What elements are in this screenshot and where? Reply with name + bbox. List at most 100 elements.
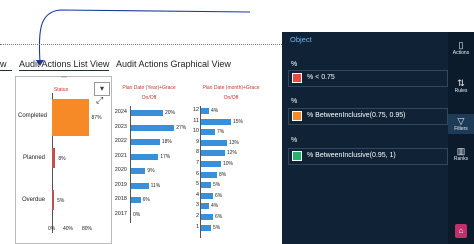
- tabs-divider: [0, 44, 282, 45]
- brand-icon[interactable]: ⌂: [455, 224, 467, 238]
- month-chart-bar[interactable]: [201, 192, 213, 199]
- year-chart-row-label: 2023: [114, 123, 127, 130]
- status-bar-planned[interactable]: [52, 148, 56, 168]
- status-bar-overdue[interactable]: [52, 190, 55, 210]
- month-chart-bar[interactable]: [201, 108, 209, 114]
- conditional-format-panel: Object % % < 0.75 % % BetweenInclusive(0…: [282, 32, 474, 244]
- status-label-completed: Completed: [18, 113, 48, 119]
- rail-label: Ranks: [453, 156, 469, 162]
- actions-icon: ▯: [458, 40, 464, 50]
- tab-audit-actions-graphical-view[interactable]: Audit Actions Graphical View: [116, 59, 231, 69]
- status-value-planned: 8%: [58, 156, 66, 162]
- filters-icon: ▽: [457, 116, 465, 126]
- month-chart-bar[interactable]: [201, 224, 211, 231]
- status-tick-80: 80%: [82, 226, 93, 232]
- month-chart-bar[interactable]: [201, 182, 211, 189]
- month-chart-value: 13%: [229, 139, 240, 146]
- year-chart-row-label: 2017: [114, 210, 127, 217]
- tab-audit-actions-list-view[interactable]: Audit Actions List View: [19, 59, 109, 69]
- year-chart-value: 17%: [160, 153, 171, 160]
- year-chart-row-label: 2019: [114, 181, 127, 188]
- month-chart-row-label: 10: [192, 128, 199, 135]
- month-chart-bar[interactable]: [201, 139, 227, 146]
- month-chart-bar[interactable]: [201, 150, 225, 157]
- month-chart-row-label: 5: [195, 181, 199, 188]
- year-chart-row-label: 2018: [114, 196, 127, 202]
- month-chart-value: 4%: [211, 108, 219, 114]
- month-chart-value: 4%: [211, 203, 219, 210]
- year-chart-bar[interactable]: [131, 139, 160, 145]
- month-chart-row-label: 9: [195, 138, 199, 145]
- rail-item-ranks[interactable]: ▥ Ranks: [448, 146, 474, 162]
- month-chart-row-label: 1: [195, 223, 199, 230]
- year-chart-bar[interactable]: [131, 110, 163, 116]
- month-chart-value: 6%: [215, 192, 223, 199]
- month-chart-bar[interactable]: [201, 214, 213, 220]
- month-chart-subtitle: On/Off: [223, 95, 239, 101]
- month-chart-value: 15%: [233, 118, 244, 125]
- status-label-overdue: Overdue: [22, 197, 46, 203]
- rail-item-rules[interactable]: ⇅ Rules: [448, 78, 474, 94]
- month-chart-row-label: 11: [193, 117, 199, 124]
- status-title: Status: [53, 87, 69, 93]
- rule-row-less-075[interactable]: % < 0.75: [288, 70, 448, 87]
- month-chart-value: 8%: [219, 171, 227, 178]
- tab-summary[interactable]: w: [0, 59, 7, 69]
- year-chart-title: Plan Date (Year)+Grace: [122, 85, 176, 91]
- year-chart-value: 9%: [147, 168, 155, 174]
- rule-color-swatch[interactable]: [292, 151, 302, 161]
- year-chart-bar[interactable]: [131, 182, 149, 189]
- status-tick-40: 40%: [63, 226, 74, 232]
- rules-icon: ⇅: [457, 78, 465, 88]
- rule-symbol: %: [291, 61, 298, 68]
- year-chart-value: 6%: [142, 197, 150, 203]
- year-chart-bar[interactable]: [131, 153, 159, 160]
- rule-row-between-095-1[interactable]: % BetweenInclusive(0.95, 1): [288, 148, 448, 165]
- tab-underline: [19, 70, 109, 71]
- status-value-completed: 87%: [91, 115, 102, 121]
- year-chart-value: 20%: [165, 110, 176, 116]
- rule-label: % < 0.75: [307, 74, 335, 81]
- rule-color-swatch[interactable]: [292, 73, 302, 83]
- rail-item-actions[interactable]: ▯ Actions: [448, 40, 474, 56]
- year-chart-row-label: 2024: [114, 109, 127, 115]
- rail-label: Rules: [454, 88, 468, 94]
- year-chart-bar[interactable]: [131, 197, 141, 203]
- year-chart-value: 18%: [161, 139, 172, 145]
- year-chart-bar[interactable]: [131, 124, 175, 131]
- month-chart-value: 7%: [217, 129, 225, 136]
- side-rail: ▯ Actions ⇅ Rules ▽ Filters ▥ Ranks ⌂: [448, 32, 474, 244]
- year-chart-row-label: 2020: [114, 167, 127, 173]
- month-chart-row-label: 12: [192, 107, 199, 113]
- status-value-overdue: 5%: [57, 198, 65, 204]
- status-bar-completed[interactable]: [52, 99, 89, 136]
- month-chart-row-label: 4: [195, 191, 199, 198]
- rule-symbol: %: [291, 98, 298, 105]
- month-chart-row-label: 8: [195, 149, 199, 156]
- month-chart-bar[interactable]: [201, 171, 217, 178]
- year-chart-row-label: 2021: [114, 152, 127, 159]
- status-tick-0: 0%: [48, 226, 56, 232]
- month-chart-bar[interactable]: [201, 161, 221, 167]
- rail-label: Filters: [454, 126, 468, 132]
- rule-symbol: %: [291, 137, 298, 144]
- dashboard-canvas: w Audit Actions List View Audit Actions …: [0, 0, 282, 244]
- month-chart-row-label: 6: [195, 170, 199, 177]
- ranks-icon: ▥: [456, 146, 466, 156]
- year-chart-bar[interactable]: [131, 168, 146, 174]
- month-chart-value: 5%: [213, 224, 221, 231]
- card-handle-icon[interactable]: ⋯: [61, 74, 67, 81]
- month-chart-bar[interactable]: [201, 118, 231, 125]
- expand-icon[interactable]: ⤢: [96, 95, 103, 106]
- rule-color-swatch[interactable]: [292, 111, 302, 121]
- month-chart-bar[interactable]: [201, 203, 209, 210]
- month-chart-bar[interactable]: [201, 129, 215, 136]
- rail-item-filters[interactable]: ▽ Filters: [448, 114, 474, 134]
- month-chart-row-label: 2: [195, 213, 199, 219]
- month-chart-row-label: 3: [195, 202, 199, 209]
- year-chart-row-label: 2022: [114, 138, 127, 144]
- rule-row-between-075-095[interactable]: % BetweenInclusive(0.75, 0.95): [288, 108, 448, 125]
- month-chart-title: Plan Date (month)+Grace: [202, 85, 260, 91]
- month-chart-value: 6%: [215, 214, 223, 220]
- card-menu-icon[interactable]: ▾: [94, 82, 110, 96]
